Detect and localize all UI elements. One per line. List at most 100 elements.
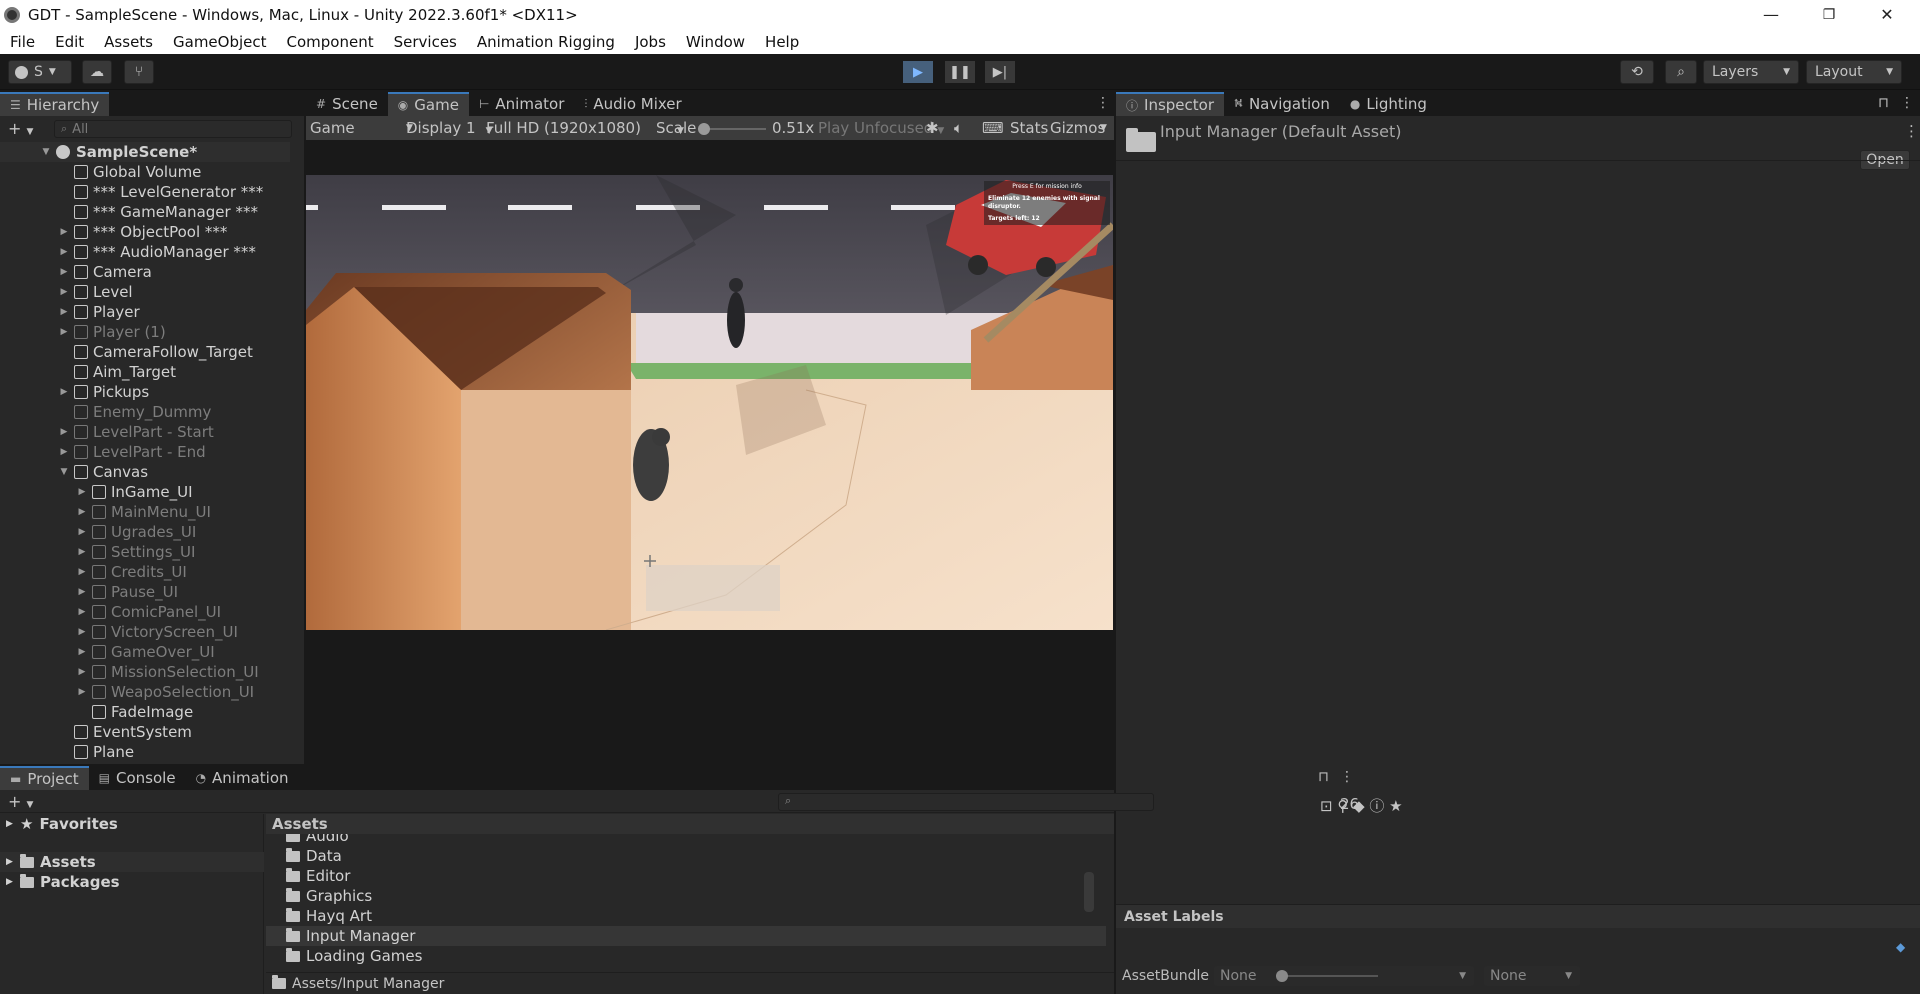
tab-hierarchy[interactable]: ☰ Hierarchy [0,92,110,116]
inspector-menu-icon[interactable]: ⋮ [1900,95,1914,111]
asset-menu-icon[interactable]: ⋮ [1904,122,1919,140]
step-button[interactable]: ▶| [985,61,1015,83]
expand-arrow-icon[interactable]: ▶ [76,487,88,497]
chevron-down-icon[interactable]: ▼ [1100,123,1107,133]
expand-arrow-icon[interactable]: ▶ [76,627,88,637]
layers-dropdown[interactable]: Layers ▼ [1703,60,1799,84]
hierarchy-item[interactable]: ▶ Player (1) [0,322,290,342]
tab-inspector[interactable]: ⓘ Inspector [1116,92,1224,116]
hierarchy-item[interactable]: ▼ Canvas [0,462,290,482]
asset-list-scrollbar[interactable] [1084,872,1094,912]
hierarchy-item[interactable]: ▶ LevelPart - Start [0,422,290,442]
hierarchy-item[interactable]: Aim_Target [0,362,290,382]
hierarchy-item[interactable]: EventSystem [0,722,290,742]
tab-animation[interactable]: ◔ Animation [186,766,299,790]
hierarchy-item[interactable]: ▶ *** AudioManager *** [0,242,290,262]
hierarchy-item[interactable]: ▶ InGame_UI [0,482,290,502]
pause-button[interactable]: ❚❚ [945,61,975,83]
expand-arrow-icon[interactable]: ▶ [58,227,70,237]
menu-help[interactable]: Help [755,33,809,51]
expand-arrow-icon[interactable]: ▼ [58,467,70,477]
tab-animator[interactable]: ⊢ Animator [469,92,574,116]
assets-item[interactable]: ▶ Assets [0,852,264,872]
scene-row[interactable]: ▼ SampleScene* [0,142,290,162]
game-menu-icon[interactable]: ⋮ [1096,95,1110,111]
hierarchy-item[interactable]: ▶ VictoryScreen_UI [0,622,290,642]
game-render[interactable]: Press E for mission info Eliminate 12 en… [306,175,1113,630]
inspector-lock-icon[interactable]: ⊓ [1878,95,1889,111]
expand-arrow-icon[interactable]: ▼ [40,147,52,157]
hierarchy-item[interactable]: ▶ Pause_UI [0,582,290,602]
packages-item[interactable]: ▶ Packages [6,872,120,892]
hierarchy-item[interactable]: ▶ MainMenu_UI [0,502,290,522]
asset-folder-row[interactable]: Editor [266,866,1106,886]
expand-arrow-icon[interactable]: ▶ [58,427,70,437]
favorites-item[interactable]: ▶ ★ Favorites [6,814,118,834]
expand-arrow-icon[interactable]: ▶ [76,647,88,657]
hierarchy-item[interactable]: ▶ ComicPanel_UI [0,602,290,622]
history-button[interactable]: ⟲ [1620,60,1654,84]
icon-size-slider-handle[interactable] [1276,970,1288,982]
hierarchy-item[interactable]: *** GameManager *** [0,202,290,222]
hierarchy-item[interactable]: ▶ Ugrades_UI [0,522,290,542]
bug-icon[interactable]: ✱ [926,119,939,137]
expand-arrow-icon[interactable]: ▶ [58,267,70,277]
asset-folder-row[interactable]: Input Manager [266,926,1106,946]
tag-icon[interactable]: ◆ [1896,940,1905,954]
asset-folder-row[interactable]: Loading Games [266,946,1106,966]
expand-arrow-icon[interactable]: ▶ [58,327,70,337]
hierarchy-item[interactable]: FadeImage [0,702,290,722]
tab-console[interactable]: ▤ Console [89,766,186,790]
project-search-input[interactable]: ⌕ [778,793,1154,811]
hierarchy-item[interactable]: ▶ Camera [0,262,290,282]
gizmos-button[interactable]: Gizmos [1050,119,1105,137]
icon-size-slider[interactable] [1276,970,1378,982]
menu-component[interactable]: Component [277,33,384,51]
asset-folder-row[interactable]: Data [266,846,1106,866]
layout-dropdown[interactable]: Layout ▼ [1806,60,1902,84]
hierarchy-item[interactable]: Global Volume [0,162,290,182]
menu-edit[interactable]: Edit [45,33,94,51]
hierarchy-item[interactable]: ▶ Settings_UI [0,542,290,562]
expand-arrow-icon[interactable]: ▶ [76,587,88,597]
expand-arrow-icon[interactable]: ▶ [58,287,70,297]
keyboard-icon[interactable]: ⌨ [982,119,1004,137]
account-dropdown[interactable]: S ▼ [8,60,72,84]
menu-gameobject[interactable]: GameObject [163,33,277,51]
hierarchy-item[interactable]: Enemy_Dummy [0,402,290,422]
expand-arrow-icon[interactable]: ▶ [76,547,88,557]
menu-services[interactable]: Services [384,33,467,51]
expand-arrow-icon[interactable]: ▶ [76,667,88,677]
hierarchy-item[interactable]: ▶ Credits_UI [0,562,290,582]
tab-audio-mixer[interactable]: ⫶ Audio Mixer [574,92,691,116]
tab-navigation[interactable]: ⛕ Navigation [1224,92,1340,116]
expand-arrow-icon[interactable]: ▶ [76,507,88,517]
menu-assets[interactable]: Assets [94,33,163,51]
expand-arrow-icon[interactable]: ▶ [76,607,88,617]
hierarchy-search-input[interactable]: ⌕ All [54,120,292,138]
hierarchy-item[interactable]: ▶ Level [0,282,290,302]
expand-arrow-icon[interactable]: ▶ [58,247,70,257]
expand-arrow-icon[interactable]: ▶ [58,307,70,317]
audio-icon[interactable]: 🔈︎ [954,119,963,137]
hierarchy-item[interactable]: ▶ MissionSelection_UI [0,662,290,682]
menu-jobs[interactable]: Jobs [625,33,676,51]
hierarchy-item[interactable]: Plane [0,742,290,762]
hierarchy-item[interactable]: CameraFollow_Target [0,342,290,362]
asset-folder-row[interactable]: Hayq Art [266,906,1106,926]
menu-file[interactable]: File [0,33,45,51]
stats-button[interactable]: Stats [1010,119,1048,137]
expand-arrow-icon[interactable]: ▶ [76,527,88,537]
hierarchy-item[interactable]: ▶ WeapoSelection_UI [0,682,290,702]
search-button[interactable]: ⌕ [1665,60,1697,84]
project-toolbar-icons[interactable]: ⊡ ⚲ ◆ ⓘ ★ [1320,795,1403,816]
game-mode-dropdown[interactable]: Game ▼ [310,119,413,137]
expand-arrow-icon[interactable]: ▶ [76,567,88,577]
expand-arrow-icon[interactable]: ▶ [58,447,70,457]
variant-dropdown[interactable]: None ▼ [1484,966,1580,986]
collab-button[interactable]: ⑂ [124,60,154,84]
asset-folder-row[interactable]: Audio [266,834,1106,846]
minimize-button[interactable]: — [1742,0,1800,29]
display-dropdown[interactable]: Display 1 ▼ [406,119,493,137]
tab-lighting[interactable]: ● Lighting [1340,92,1437,116]
